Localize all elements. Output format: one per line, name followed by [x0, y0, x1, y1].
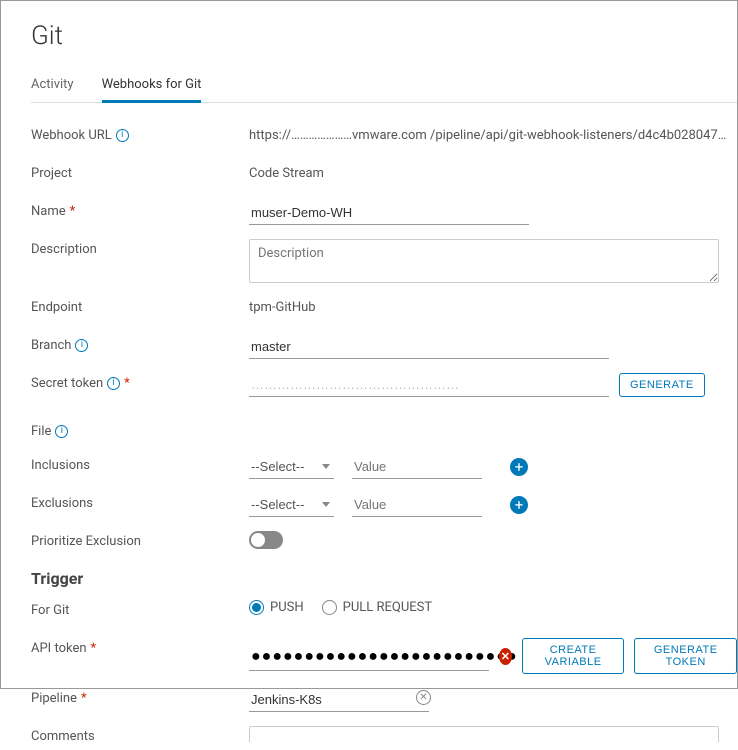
label-endpoint: Endpoint: [31, 297, 249, 315]
label-project: Project: [31, 163, 249, 181]
tabs: Activity Webhooks for Git: [31, 69, 737, 103]
generate-button[interactable]: GENERATE: [619, 373, 705, 397]
radio-icon: [249, 600, 264, 615]
tab-webhooks-for-git[interactable]: Webhooks for Git: [102, 69, 202, 103]
project-value: Code Stream: [249, 163, 737, 181]
exclusions-value-input[interactable]: [352, 493, 482, 517]
webhook-url-value: https://…………………vmware.com /pipeline/api/…: [249, 125, 737, 143]
label-comments: Comments: [31, 726, 249, 744]
add-inclusion-button[interactable]: +: [510, 458, 528, 476]
comments-textarea[interactable]: [249, 726, 719, 742]
pipeline-input[interactable]: [249, 688, 429, 712]
label-webhook-url: Webhook URL i: [31, 125, 249, 143]
label-api-token: API token*: [31, 638, 249, 656]
info-icon[interactable]: i: [55, 425, 68, 438]
endpoint-value: tpm-GitHub: [249, 297, 737, 315]
name-input[interactable]: [249, 201, 529, 225]
error-icon: ✕: [499, 648, 512, 665]
create-variable-button[interactable]: CREATE VARIABLE: [522, 638, 625, 674]
clear-icon[interactable]: ✕: [416, 690, 431, 705]
label-name: Name*: [31, 201, 249, 219]
info-icon[interactable]: i: [116, 129, 129, 142]
secret-token-input[interactable]: [249, 373, 609, 397]
tab-activity[interactable]: Activity: [31, 69, 74, 103]
branch-input[interactable]: [249, 335, 609, 359]
radio-push[interactable]: PUSH: [249, 600, 304, 615]
label-branch: Branch i: [31, 335, 249, 353]
label-file: File i: [31, 421, 249, 439]
info-icon[interactable]: i: [75, 339, 88, 352]
label-exclusions: Exclusions: [31, 493, 249, 511]
exclusions-select[interactable]: --Select--: [249, 493, 334, 517]
label-prioritize-exclusion: Prioritize Exclusion: [31, 531, 249, 549]
add-exclusion-button[interactable]: +: [510, 496, 528, 514]
radio-icon: [322, 600, 337, 615]
info-icon[interactable]: i: [107, 377, 120, 390]
label-for-git: For Git: [31, 600, 249, 618]
api-token-input[interactable]: ●●●●●●●●●●●●●●●●●●●●●●●●●: [249, 642, 489, 671]
description-textarea[interactable]: [249, 239, 719, 283]
inclusions-select[interactable]: --Select--: [249, 455, 334, 479]
inclusions-value-input[interactable]: [352, 455, 482, 479]
label-pipeline: Pipeline*: [31, 688, 249, 706]
radio-pull-request[interactable]: PULL REQUEST: [322, 600, 433, 615]
label-inclusions: Inclusions: [31, 455, 249, 473]
prioritize-exclusion-toggle[interactable]: [249, 531, 283, 549]
page-title: Git: [31, 21, 737, 51]
label-description: Description: [31, 239, 249, 257]
section-trigger: Trigger: [31, 569, 737, 588]
label-secret-token: Secret token i *: [31, 373, 249, 391]
generate-token-button[interactable]: GENERATE TOKEN: [634, 638, 737, 674]
